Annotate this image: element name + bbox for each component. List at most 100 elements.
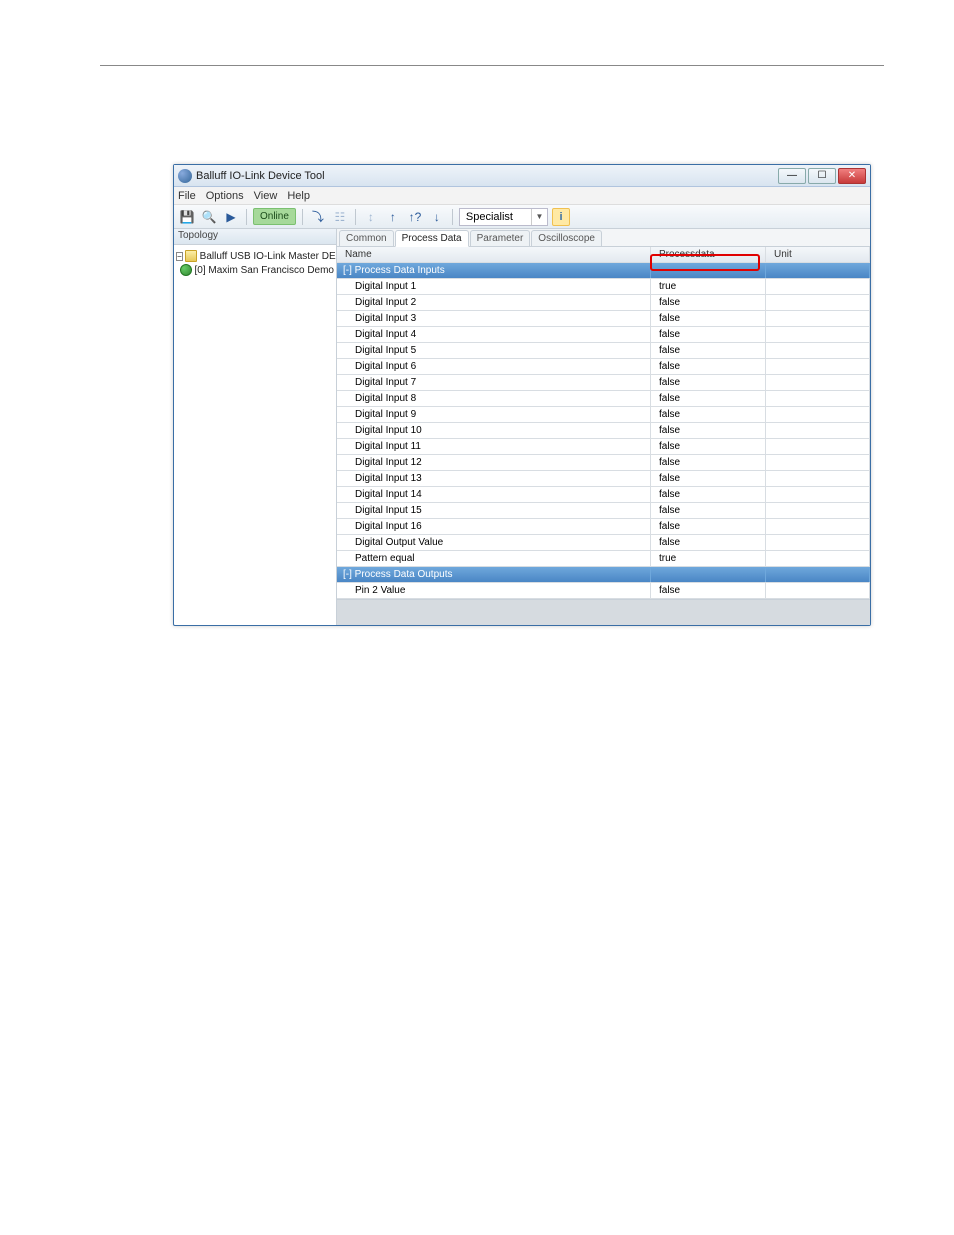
plug-icon[interactable]: ▶	[222, 208, 240, 226]
table-row[interactable]: Digital Input 3false	[337, 311, 870, 327]
table-row[interactable]: Digital Input 1true	[337, 279, 870, 295]
table-row[interactable]: Digital Input 14false	[337, 487, 870, 503]
menu-file[interactable]: File	[178, 190, 196, 202]
cell-unit	[766, 327, 870, 342]
col-processdata[interactable]: Processdata	[651, 247, 766, 262]
group-unit	[766, 567, 870, 582]
menu-help[interactable]: Help	[287, 190, 310, 202]
table-row[interactable]: Digital Input 5false	[337, 343, 870, 359]
table-row[interactable]: Digital Input 2false	[337, 295, 870, 311]
collapse-icon[interactable]: −	[176, 252, 183, 261]
app-icon	[178, 169, 192, 183]
col-unit[interactable]: Unit	[766, 247, 870, 262]
table-row[interactable]: Pin 2 Valuefalse	[337, 583, 870, 599]
tab-oscilloscope[interactable]: Oscilloscope	[531, 230, 602, 246]
cell-name: Digital Input 7	[337, 375, 651, 390]
table-row[interactable]: Digital Input 9false	[337, 407, 870, 423]
cell-processdata: false	[651, 455, 766, 470]
cell-name: Digital Input 12	[337, 455, 651, 470]
tab-process-data[interactable]: Process Data	[395, 230, 469, 247]
table-group-row[interactable]: [-] Process Data Outputs	[337, 567, 870, 583]
cell-name: Digital Input 14	[337, 487, 651, 502]
cell-processdata: false	[651, 327, 766, 342]
step-icon: ↕	[362, 208, 380, 226]
table-row[interactable]: Digital Input 7false	[337, 375, 870, 391]
info-icon[interactable]: i	[552, 208, 570, 226]
cell-unit	[766, 487, 870, 502]
cell-unit	[766, 423, 870, 438]
cell-processdata: false	[651, 359, 766, 374]
cell-name: Digital Input 9	[337, 407, 651, 422]
table-row[interactable]: Digital Input 13false	[337, 471, 870, 487]
cell-unit	[766, 503, 870, 518]
table-body: [-] Process Data InputsDigital Input 1tr…	[337, 263, 870, 599]
cell-unit	[766, 519, 870, 534]
chevron-down-icon[interactable]: ▼	[531, 209, 547, 225]
table-row[interactable]: Digital Input 4false	[337, 327, 870, 343]
table-row[interactable]: Digital Input 11false	[337, 439, 870, 455]
group-label: [-] Process Data Outputs	[337, 567, 651, 582]
cell-unit	[766, 343, 870, 358]
table-group-row[interactable]: [-] Process Data Inputs	[337, 263, 870, 279]
right-panel: Common Process Data Parameter Oscillosco…	[337, 229, 870, 625]
tab-bar: Common Process Data Parameter Oscillosco…	[337, 229, 870, 247]
tree-node-device[interactable]: [0] Maxim San Francisco Demo	[176, 263, 334, 277]
search-icon[interactable]: 🔍	[200, 208, 218, 226]
title-bar: Balluff IO-Link Device Tool — ☐ ✕	[174, 165, 870, 187]
download-icon[interactable]: ⤵	[309, 208, 327, 226]
page-rule	[100, 65, 884, 66]
topology-tree: − Balluff USB IO-Link Master DE (COM15) …	[174, 245, 336, 625]
group-pd	[651, 567, 766, 582]
cell-name: Digital Input 6	[337, 359, 651, 374]
online-status[interactable]: Online	[253, 208, 296, 225]
topology-header: Topology	[174, 229, 336, 245]
main-area: Topology − Balluff USB IO-Link Master DE…	[174, 229, 870, 625]
table-row[interactable]: Digital Input 15false	[337, 503, 870, 519]
cell-unit	[766, 583, 870, 598]
cell-processdata: false	[651, 439, 766, 454]
table-row[interactable]: Digital Input 16false	[337, 519, 870, 535]
menu-options[interactable]: Options	[206, 190, 244, 202]
cell-name: Digital Input 13	[337, 471, 651, 486]
cell-processdata: false	[651, 407, 766, 422]
tree-icon: ☷	[331, 208, 349, 226]
cell-unit	[766, 359, 870, 374]
bottom-pane	[337, 599, 870, 625]
cell-unit	[766, 471, 870, 486]
topology-panel: Topology − Balluff USB IO-Link Master DE…	[174, 229, 337, 625]
cell-processdata: false	[651, 391, 766, 406]
maximize-button[interactable]: ☐	[808, 168, 836, 184]
cell-unit	[766, 311, 870, 326]
menu-view[interactable]: View	[254, 190, 278, 202]
cell-unit	[766, 279, 870, 294]
table-row[interactable]: Digital Input 10false	[337, 423, 870, 439]
window-title: Balluff IO-Link Device Tool	[196, 170, 778, 182]
save-icon[interactable]: 💾	[178, 208, 196, 226]
user-role-select[interactable]: Specialist ▼	[459, 208, 548, 226]
table-row[interactable]: Digital Input 12false	[337, 455, 870, 471]
tree-node-master[interactable]: − Balluff USB IO-Link Master DE (COM15)	[176, 249, 334, 263]
table-row[interactable]: Digital Input 6false	[337, 359, 870, 375]
folder-icon	[185, 250, 197, 262]
cell-name: Digital Input 15	[337, 503, 651, 518]
device-icon	[180, 264, 192, 276]
tab-parameter[interactable]: Parameter	[470, 230, 531, 246]
col-name[interactable]: Name	[337, 247, 651, 262]
menu-bar: File Options View Help	[174, 187, 870, 205]
table-row[interactable]: Pattern equaltrue	[337, 551, 870, 567]
tree-node-label: [0] Maxim San Francisco Demo	[195, 265, 335, 276]
table-header: Name Processdata Unit	[337, 247, 870, 263]
user-role-value: Specialist	[460, 211, 531, 223]
table-row[interactable]: Digital Output Valuefalse	[337, 535, 870, 551]
down-arrow-icon[interactable]: ↓	[428, 208, 446, 226]
up-question-icon[interactable]: ↑?	[406, 208, 424, 226]
cell-name: Digital Input 5	[337, 343, 651, 358]
up-arrow-icon[interactable]: ↑	[384, 208, 402, 226]
minimize-button[interactable]: —	[778, 168, 806, 184]
cell-processdata: false	[651, 311, 766, 326]
process-data-table: Name Processdata Unit [-] Process Data I…	[337, 247, 870, 625]
table-row[interactable]: Digital Input 8false	[337, 391, 870, 407]
close-button[interactable]: ✕	[838, 168, 866, 184]
group-label: [-] Process Data Inputs	[337, 263, 651, 278]
tab-common[interactable]: Common	[339, 230, 394, 246]
